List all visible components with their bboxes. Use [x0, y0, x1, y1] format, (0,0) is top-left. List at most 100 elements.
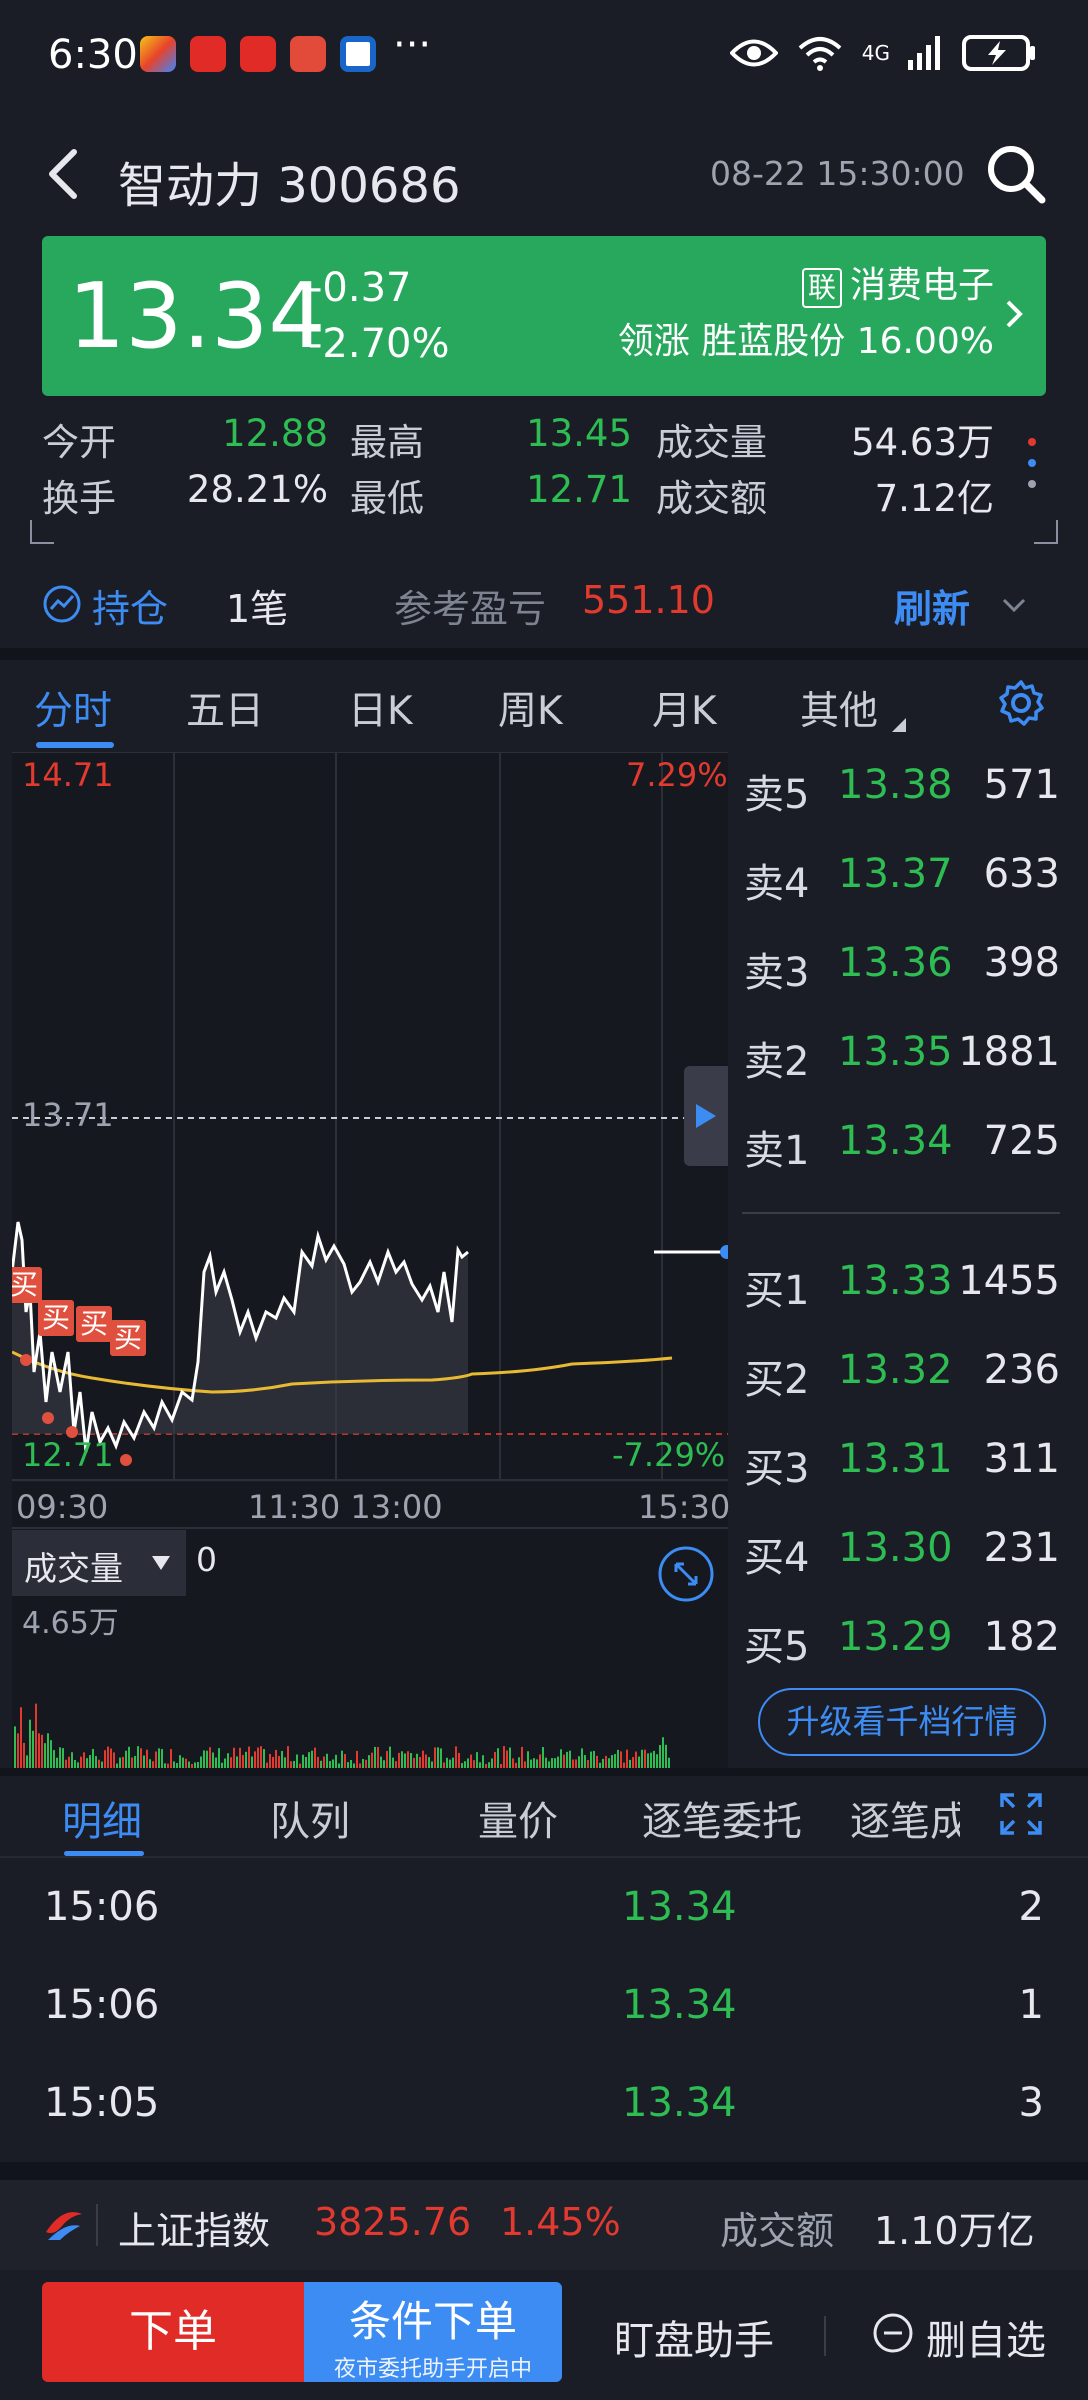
chevron-down-icon[interactable] — [1000, 596, 1028, 614]
detail-tabs: 明细 队列 量价 逐笔委托 逐笔成 — [0, 1775, 1088, 1856]
volume-bar — [233, 1747, 235, 1770]
tab-other[interactable]: 其他 — [800, 680, 878, 736]
index-amount: 1.10万亿 — [874, 2209, 1035, 2253]
play-right-icon — [696, 1104, 716, 1128]
volume-bar — [92, 1748, 94, 1770]
remove-circle-icon[interactable] — [872, 2312, 914, 2354]
x-label-open: 09:30 — [16, 1488, 109, 1526]
back-arrow-icon[interactable] — [40, 144, 90, 204]
place-order-button[interactable]: 下单 — [42, 2282, 304, 2382]
ask-price: 13.34 — [838, 1118, 953, 1164]
trade-time: 15:06 — [44, 1884, 160, 1930]
x-label-midday: 11:30 13:00 — [248, 1488, 443, 1526]
pl-label: 参考盈亏 — [394, 587, 547, 631]
high-label: 最高 — [350, 421, 424, 464]
volume-indicator-select[interactable]: 成交量 — [12, 1530, 186, 1596]
volume-bar — [209, 1747, 211, 1770]
price-banner[interactable]: 13.34 -0.37 -2.70% 联消费电子 领涨 胜蓝股份 16.00% — [42, 236, 1046, 396]
change-percent: -2.70% — [308, 321, 450, 367]
chevron-right-icon[interactable] — [1002, 294, 1026, 334]
volume-bar — [14, 1726, 16, 1770]
sector-info[interactable]: 联消费电子 领涨 胜蓝股份 16.00% — [618, 258, 994, 370]
orderbook-divider — [742, 1212, 1060, 1214]
fullscreen-icon[interactable] — [998, 1791, 1044, 1837]
ask-volume: 725 — [983, 1118, 1060, 1164]
volume-bar — [434, 1747, 436, 1770]
volume-bar — [455, 1746, 457, 1770]
volume-bar — [560, 1749, 562, 1770]
tab-intraday[interactable]: 分时 — [34, 680, 112, 736]
tab-queue[interactable]: 队列 — [270, 1789, 350, 1847]
volume-bar — [239, 1747, 241, 1770]
bid-label: 买1 — [744, 1268, 810, 1314]
more-notifications-icon: ··· — [393, 22, 432, 68]
holding-label[interactable]: 持仓 — [92, 578, 168, 633]
ask-price: 13.35 — [838, 1029, 953, 1075]
refresh-button[interactable]: 刷新 — [894, 578, 970, 633]
search-icon[interactable] — [984, 142, 1048, 206]
network-type: 4G — [861, 41, 890, 65]
volume-value: 54.63万 — [851, 421, 994, 464]
section-divider — [0, 648, 1088, 660]
ask-label: 卖3 — [744, 950, 810, 996]
action-separator — [824, 2316, 826, 2356]
buy-marker: 买 — [38, 1300, 74, 1336]
tab-weekly-k[interactable]: 周K — [498, 680, 563, 736]
bid-label: 买3 — [744, 1446, 810, 1492]
tab-divider — [0, 1856, 1088, 1858]
volume-bar — [644, 1749, 646, 1770]
remove-watchlist-button[interactable]: 删自选 — [926, 2308, 1046, 2366]
more-options-icon[interactable] — [1022, 430, 1042, 500]
volume-bar — [17, 1733, 19, 1770]
volume-bar — [50, 1740, 52, 1770]
bid-price: 13.33 — [838, 1258, 953, 1304]
volume-bar — [170, 1749, 172, 1770]
gear-icon[interactable] — [996, 678, 1046, 728]
expand-chart-icon[interactable] — [656, 1544, 716, 1604]
volume-bar — [32, 1730, 34, 1770]
tab-tick-trades[interactable]: 逐笔成 — [850, 1789, 960, 1847]
bid-row: 买5 13.29 182 — [740, 1614, 1060, 1694]
bid-row: 买1 13.33 1455 — [740, 1258, 1060, 1338]
upgrade-level2-button[interactable]: 升级看千档行情 — [758, 1688, 1046, 1756]
volume-bar — [509, 1747, 511, 1770]
ask-row: 卖4 13.37 633 — [740, 851, 1060, 931]
bid-row: 买4 13.30 231 — [740, 1525, 1060, 1605]
tab-volume-price[interactable]: 量价 — [478, 1789, 558, 1847]
tab-detail[interactable]: 明细 — [62, 1789, 142, 1847]
volume-bar — [665, 1744, 667, 1770]
amount-label: 成交额 — [656, 477, 767, 520]
ask-volume: 398 — [983, 940, 1060, 986]
volume-bar — [389, 1746, 391, 1770]
conditional-order-button[interactable]: 条件下单 夜市委托助手开启中 — [304, 2282, 562, 2382]
corner-bracket[interactable] — [1034, 520, 1058, 544]
bid-label: 买5 — [744, 1624, 810, 1670]
volume-bar — [23, 1742, 25, 1770]
intraday-chart-svg[interactable]: 买买买买 — [6, 751, 734, 1770]
tab-tick-orders[interactable]: 逐笔委托 — [642, 1789, 802, 1847]
tab-daily-k[interactable]: 日K — [348, 680, 413, 736]
bid-volume: 311 — [983, 1436, 1060, 1482]
tab-five-day[interactable]: 五日 — [186, 680, 264, 736]
index-ticker[interactable]: 上证指数 3825.76 1.45% 成交额 1.10万亿 — [0, 2180, 1088, 2270]
volume-indicator-label: 成交量 — [24, 1549, 123, 1588]
buy-marker: 买 — [76, 1306, 112, 1342]
monitor-assistant-button[interactable]: 盯盘助手 — [614, 2308, 774, 2366]
volume-bar — [47, 1733, 49, 1770]
tab-monthly-k[interactable]: 月K — [652, 680, 717, 736]
amount-value: 7.12亿 — [874, 477, 994, 520]
intraday-chart[interactable]: 买买买买 14.71 7.29% 13.71 12.71 -7.29% 09:3… — [6, 751, 734, 1770]
volume-bar — [158, 1748, 160, 1770]
volume-max: 4.65万 — [22, 1606, 119, 1641]
stock-title: 智动力 300686 — [118, 158, 461, 214]
orderbook-toggle[interactable] — [684, 1066, 728, 1166]
ask-price: 13.38 — [838, 762, 953, 808]
chart-bottom-pct: -7.29% — [612, 1436, 726, 1474]
svg-text:买: 买 — [42, 1301, 70, 1334]
volume-label: 成交量 — [656, 421, 767, 464]
pl-value: 551.10 — [582, 578, 715, 622]
x-label-close: 15:30 — [638, 1488, 731, 1526]
volume-bar — [137, 1746, 139, 1770]
bid-price: 13.32 — [838, 1347, 953, 1393]
quote-stats: 今开 12.88 最高 13.45 成交量 54.63万 换手 28.21% 最… — [42, 412, 1022, 522]
